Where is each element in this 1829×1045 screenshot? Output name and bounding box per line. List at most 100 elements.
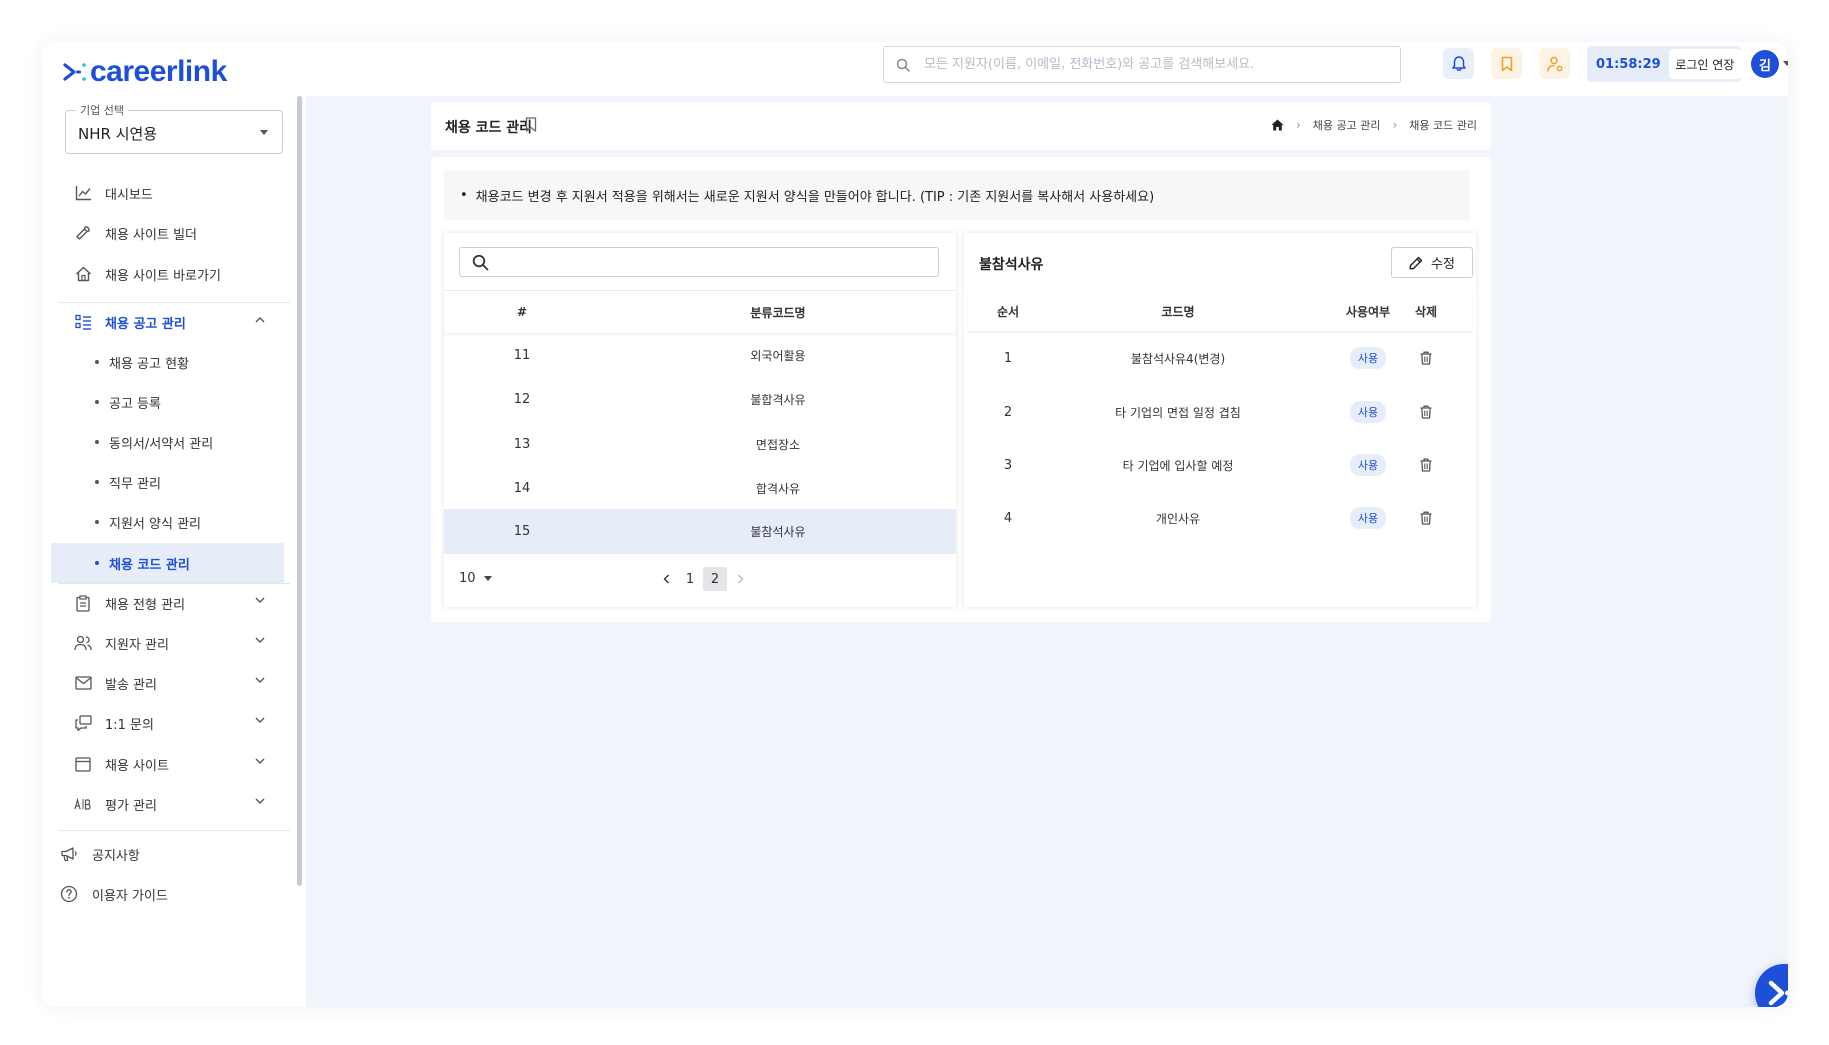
sidebar-subitem-label: 공고 등록 [109,396,161,412]
notification-button[interactable] [1443,48,1474,79]
table-row[interactable]: 11 외국어활용 [444,333,956,377]
user-settings-button[interactable] [1539,48,1570,79]
sidebar-item-guide[interactable]: 이용자 가이드 [59,874,168,914]
chevron-up-icon [255,317,265,323]
status-badge[interactable]: 사용 [1349,507,1387,529]
sidebar-subitem-consent[interactable]: 동의서/서약서 관리 [51,422,284,462]
sidebar-item-notice[interactable]: 공지사항 [59,834,140,874]
sidebar-item-site-builder[interactable]: 채용 사이트 빌더 [67,213,279,253]
sidebar-item-site-shortcut[interactable]: 채용 사이트 바로가기 [67,254,279,294]
sidebar-subitem-posting-register[interactable]: 공고 등록 [51,382,284,422]
code-panel-title: 불참석사유 [979,257,1044,273]
bookmark-button[interactable] [1491,48,1522,79]
page-title: 채용 코드 관리 [445,120,533,136]
cell-code-name: 타 기업의 면접 일정 겹침 [1115,405,1241,420]
table-row-selected[interactable]: 15 불참석사유 [444,509,956,553]
sidebar-subitem-job[interactable]: 직무 관리 [51,462,284,502]
delete-button[interactable] [1396,405,1456,419]
page-size-value: 10 [459,571,476,586]
cell-code-name: 타 기업에 입사할 예정 [1122,458,1234,473]
sidebar-item-label: 채용 사이트 빌더 [105,227,197,243]
table-row[interactable]: 13 면접장소 [444,422,956,466]
table-row[interactable]: 14 합격사유 [444,466,956,510]
trash-icon [1420,351,1432,365]
status-badge[interactable]: 사용 [1349,347,1387,369]
company-select[interactable]: 기업 선택 NHR 시연용 [65,102,283,154]
edit-button-label: 수정 [1431,257,1455,272]
page-button-current[interactable]: 2 [703,567,727,591]
chevron-down-icon [255,637,265,643]
logo[interactable]: careerlink [62,55,227,89]
cell-code-name: 불참석사유4(변경) [1130,351,1226,366]
delete-button[interactable] [1396,351,1456,365]
chevron-down-icon [255,717,265,723]
delete-button[interactable] [1396,458,1456,472]
sidebar-item-sending[interactable]: 발송 관리 [67,663,279,703]
company-select-legend: 기업 선택 [76,102,128,118]
sidebar-item-applicants[interactable]: 지원자 관리 [67,623,279,663]
bullet-dot [95,360,99,364]
help-circle-icon [59,884,79,904]
bullet-dot [95,520,99,524]
sidebar-scrollbar[interactable] [297,96,302,886]
category-search-input[interactable] [498,254,938,270]
chat-icon [74,714,92,732]
table-row: 2 타 기업의 면접 일정 겹침 사용 [968,385,1472,439]
cell-name: 외국어활용 [750,348,806,363]
status-badge[interactable]: 사용 [1349,401,1387,423]
divider [444,553,956,554]
mail-icon [74,674,92,692]
sidebar-subitem-label: 동의서/서약서 관리 [109,436,214,452]
next-page-button[interactable] [728,567,752,591]
category-search[interactable] [459,247,939,277]
edit-button[interactable]: 수정 [1391,247,1473,278]
sidebar-divider [58,830,290,831]
sidebar-subitem-form[interactable]: 지원서 양식 관리 [51,502,284,542]
trash-icon [1420,405,1432,419]
breadcrumb-item[interactable]: 채용 공고 관리 [1313,117,1381,133]
table-row[interactable]: 12 불합격사유 [444,377,956,421]
page-button[interactable]: 1 [678,567,702,591]
clipboard-icon [74,594,92,612]
cell-name: 면접장소 [755,437,801,452]
sidebar-subitem-label: 채용 코드 관리 [109,557,190,573]
avatar-caret-icon[interactable] [1783,61,1788,66]
sidebar-item-process[interactable]: 채용 전형 관리 [67,583,279,623]
cell-order: 1 [1003,350,1013,366]
cell-num: 13 [513,436,531,452]
sidebar: 기업 선택 NHR 시연용 대시보드 채용 사이트 빌더 채용 사이트 바로가기 [42,96,306,1007]
dashboard-chart-icon [74,184,92,202]
column-header-code-name: 코드명 [1161,304,1195,319]
extend-login-button[interactable]: 로그인 연장 [1668,49,1741,79]
chat-launcher-button[interactable] [1755,964,1788,1007]
sidebar-item-dashboard[interactable]: 대시보드 [67,173,279,213]
status-badge[interactable]: 사용 [1349,454,1387,476]
home-icon[interactable] [1271,119,1284,131]
cell-order: 2 [1003,404,1013,420]
avatar[interactable]: 김 [1751,50,1779,78]
bookmark-icon[interactable] [525,117,537,132]
delete-button[interactable] [1396,511,1456,525]
main-card: • 채용코드 변경 후 지원서 적용을 위해서는 새로운 지원서 양식을 만들어… [431,157,1491,622]
sidebar-item-job-posting[interactable]: 채용 공고 관리 [67,302,279,342]
pencil-icon [1409,256,1423,269]
chevron-right-icon: › [1392,118,1398,132]
sidebar-footer-label: 이용자 가이드 [92,888,168,904]
global-search[interactable] [883,46,1401,83]
breadcrumb-item: 채용 코드 관리 [1409,119,1477,132]
sidebar-subitem-code[interactable]: 채용 코드 관리 [51,543,284,583]
sidebar-item-inquiry[interactable]: 1:1 문의 [67,703,279,743]
cell-num: 14 [513,480,531,496]
prev-page-button[interactable] [654,567,678,591]
bell-icon [1451,56,1466,71]
sidebar-item-evaluation[interactable]: 평가 관리 [67,784,279,824]
page-header-card: 채용 코드 관리 › 채용 공고 관리 › 채용 코드 관리 [431,102,1491,150]
notice-box: • 채용코드 변경 후 지원서 적용을 위해서는 새로운 지원서 양식을 만들어… [444,170,1470,220]
chevron-down-icon [255,798,265,804]
sidebar-item-recruit-site[interactable]: 채용 사이트 [67,744,279,784]
page-size-select[interactable]: 10 [459,571,492,586]
cell-code-name: 개인사유 [1155,511,1201,526]
global-search-input[interactable] [924,57,1364,72]
ab-icon [74,795,92,813]
sidebar-subitem-posting-status[interactable]: 채용 공고 현황 [51,342,284,382]
